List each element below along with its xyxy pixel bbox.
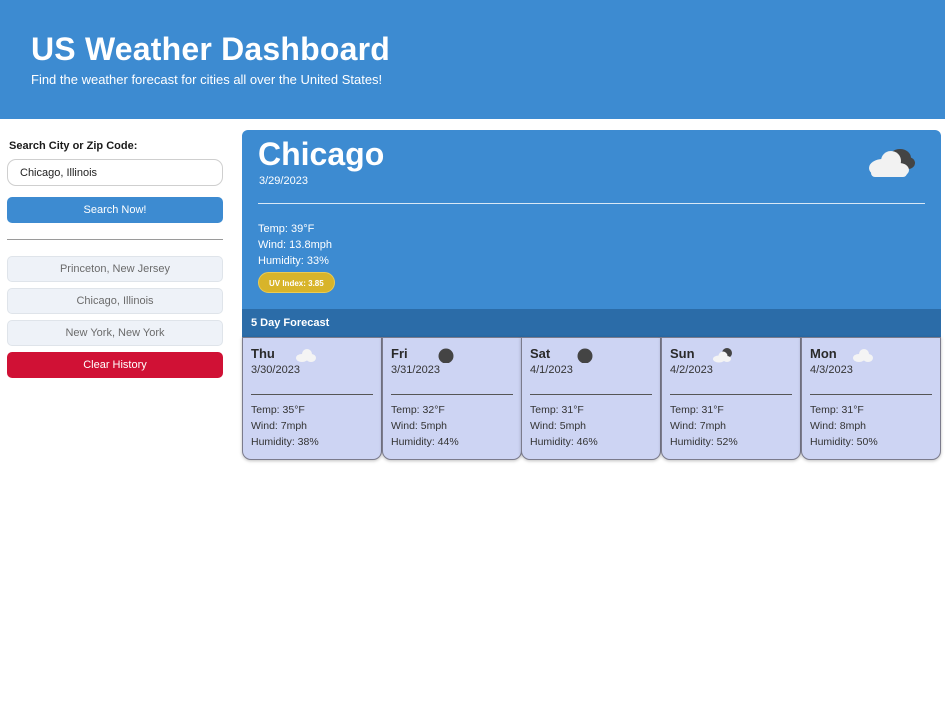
forecast-temp: Temp: 31°F	[670, 404, 724, 416]
forecast-card-sat: Sat 4/1/2023 Temp: 31°F Wind: 5mph Humid…	[521, 337, 661, 460]
forecast-date: 4/3/2023	[810, 364, 853, 376]
current-temp: Temp: 39°F	[258, 223, 315, 235]
forecast-divider	[251, 394, 373, 395]
history-item-princeton[interactable]: Princeton, New Jersey	[7, 256, 223, 282]
forecast-divider	[670, 394, 792, 395]
clear-history-button[interactable]: Clear History	[7, 352, 223, 378]
forecast-temp: Temp: 31°F	[810, 404, 864, 416]
current-wind: Wind: 13.8mph	[258, 239, 332, 251]
page-title: US Weather Dashboard	[31, 31, 391, 67]
partly-cloudy-night-icon	[713, 348, 732, 363]
forecast-temp: Temp: 32°F	[391, 404, 445, 416]
search-label: Search City or Zip Code:	[9, 140, 138, 152]
forecast-divider	[810, 394, 932, 395]
forecast-day: Sat	[530, 346, 551, 361]
forecast-wind: Wind: 5mph	[530, 420, 587, 432]
forecast-heading: 5 Day Forecast	[242, 309, 941, 337]
cloud-icon	[296, 349, 316, 362]
forecast-divider	[391, 394, 513, 395]
forecast-humidity: Humidity: 38%	[251, 436, 319, 448]
current-humidity: Humidity: 33%	[258, 255, 329, 267]
forecast-humidity: Humidity: 50%	[810, 436, 878, 448]
forecast-wind: Wind: 5mph	[391, 420, 448, 432]
forecast-day: Sun	[670, 346, 695, 361]
current-weather-card: Chicago 3/29/2023 Temp: 39°F Wind: 13.8m…	[242, 130, 941, 310]
forecast-date: 3/30/2023	[251, 364, 300, 376]
forecast-wind: Wind: 7mph	[670, 420, 727, 432]
page-header: US Weather Dashboard Find the weather fo…	[0, 0, 945, 119]
divider	[7, 239, 223, 240]
current-city: Chicago	[258, 136, 385, 172]
forecast-wind: Wind: 8mph	[810, 420, 867, 432]
uv-index-badge: UV Index: 3.85	[258, 272, 335, 293]
forecast-day: Mon	[810, 346, 837, 361]
forecast-date: 4/2/2023	[670, 364, 713, 376]
forecast-card-sun: Sun 4/2/2023 Temp: 31°F Wind: 7mph Humid…	[661, 337, 801, 460]
forecast-day: Fri	[391, 346, 408, 361]
forecast-humidity: Humidity: 52%	[670, 436, 738, 448]
forecast-temp: Temp: 31°F	[530, 404, 584, 416]
forecast-card-thu: Thu 3/30/2023 Temp: 35°F Wind: 7mph Humi…	[242, 337, 382, 460]
forecast-card-mon: Mon 4/3/2023 Temp: 31°F Wind: 8mph Humid…	[801, 337, 941, 460]
forecast-date: 3/31/2023	[391, 364, 440, 376]
history-item-chicago[interactable]: Chicago, Illinois	[7, 288, 223, 314]
search-input[interactable]	[7, 159, 223, 186]
current-date: 3/29/2023	[259, 175, 308, 187]
moon-icon	[577, 348, 593, 363]
forecast-wind: Wind: 7mph	[251, 420, 308, 432]
search-button[interactable]: Search Now!	[7, 197, 223, 223]
current-divider	[258, 203, 925, 204]
forecast-date: 4/1/2023	[530, 364, 573, 376]
forecast-divider	[530, 394, 652, 395]
history-item-new-york[interactable]: New York, New York	[7, 320, 223, 346]
search-history: Princeton, New Jersey Chicago, Illinois …	[7, 256, 224, 378]
forecast-temp: Temp: 35°F	[251, 404, 305, 416]
cloudy-icon	[869, 149, 915, 177]
page-subtitle: Find the weather forecast for cities all…	[31, 72, 383, 87]
forecast-day: Thu	[251, 346, 275, 361]
forecast-card-fri: Fri 3/31/2023 Temp: 32°F Wind: 5mph Humi…	[382, 337, 522, 460]
forecast-humidity: Humidity: 44%	[391, 436, 459, 448]
cloud-icon	[853, 349, 873, 362]
moon-icon	[438, 348, 454, 363]
sidebar: Search City or Zip Code: Search Now! Pri…	[7, 138, 224, 378]
forecast-humidity: Humidity: 46%	[530, 436, 598, 448]
